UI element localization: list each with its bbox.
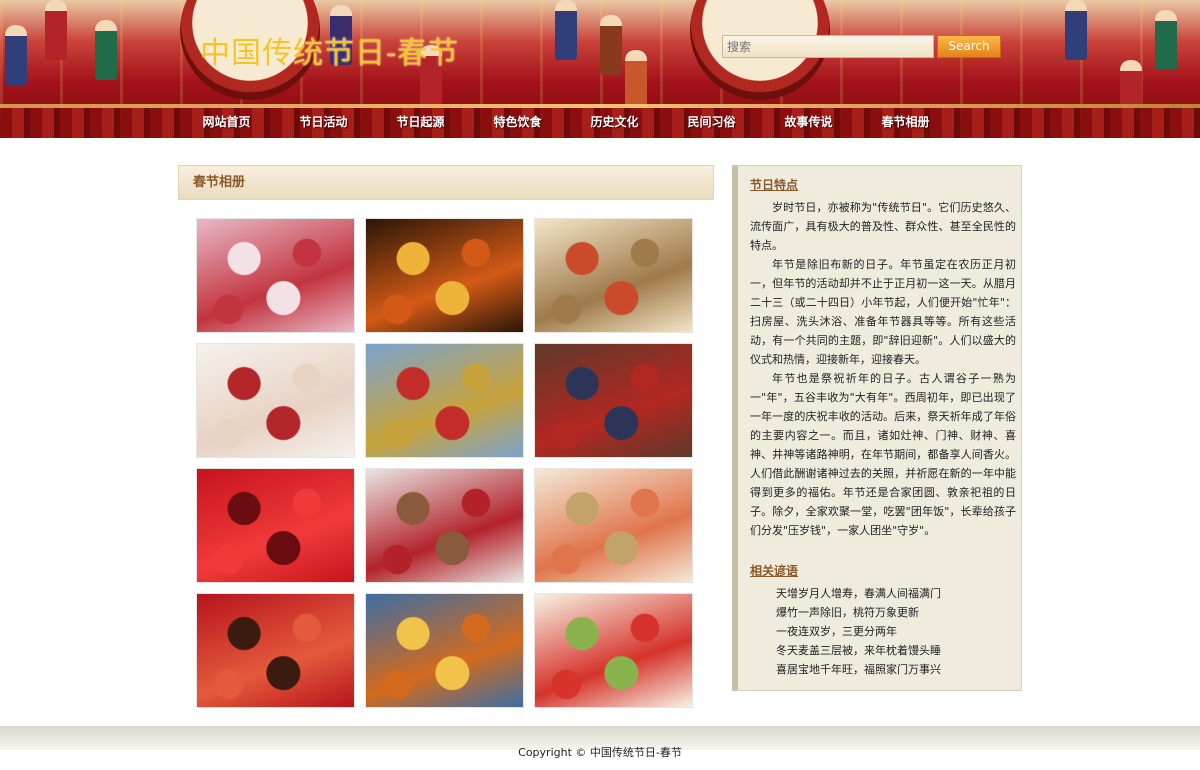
banner-figure <box>45 0 67 60</box>
features-paragraph: 年节也是祭祝祈年的日子。古人谓谷子一熟为一"年"，五谷丰收为"大有年"。西周初年… <box>750 372 1016 537</box>
photo-red-lanterns-market[interactable] <box>196 468 355 583</box>
photo-posting-spring-couplets[interactable] <box>534 343 693 458</box>
features-title[interactable]: 节日特点 <box>750 176 798 193</box>
photo-children-setting-off-firecrackers[interactable] <box>196 343 355 458</box>
proverb-item: 天增岁月人增寿，春满人间福满门 <box>776 587 941 600</box>
proverb-item: 爆竹一声除旧，桃符万象更新 <box>776 606 919 619</box>
features-text: 岁时节日，亦被称为"传统节日"。它们历史悠久、流传面广，具有极大的普及性、群众性… <box>750 198 1016 540</box>
proverbs-list: 天增岁月人增寿，春满人间福满门 爆竹一声除旧，桃符万象更新 一夜连双岁，三更分两… <box>776 584 941 679</box>
banner-figure <box>1155 10 1177 70</box>
proverb-item: 冬天麦盖三层被，来年枕着馒头睡 <box>776 644 941 657</box>
banner-figure <box>625 50 647 110</box>
nav-item-album[interactable]: 春节相册 <box>857 112 954 132</box>
photo-night-lantern-festival-crowd[interactable] <box>365 218 524 333</box>
banner-figure <box>5 25 27 85</box>
proverb-item: 喜居宝地千年旺，福照家门万事兴 <box>776 663 941 676</box>
nav-item-activities[interactable]: 节日活动 <box>275 112 372 132</box>
photo-cartoon-cooking-dumplings[interactable] <box>534 593 693 708</box>
nav-item-food[interactable]: 特色饮食 <box>469 112 566 132</box>
photo-painting-family-gathering[interactable] <box>534 218 693 333</box>
site-header: 中国传统节日-春节 Search 网站首页 节日活动 节日起源 特色饮食 历史文… <box>0 0 1200 138</box>
nav-item-home[interactable]: 网站首页 <box>178 112 275 132</box>
photo-temple-fair-street-gate[interactable] <box>365 468 524 583</box>
main-content: 春节相册 <box>178 165 714 708</box>
proverb-item: 一夜连双岁，三更分两年 <box>776 625 897 638</box>
banner-figure <box>600 15 622 75</box>
sidebar: 节日特点 岁时节日，亦被称为"传统节日"。它们历史悠久、流传面广，具有极大的普及… <box>732 165 1022 691</box>
proverbs-title[interactable]: 相关谚语 <box>750 562 798 579</box>
features-paragraph: 岁时节日，亦被称为"传统节日"。它们历史悠久、流传面广，具有极大的普及性、群众性… <box>750 201 1016 252</box>
photo-lantern-shop-fu-character[interactable] <box>365 593 524 708</box>
main-nav: 网站首页 节日活动 节日起源 特色饮食 历史文化 民间习俗 故事传说 春节相册 <box>178 112 954 132</box>
site-title: 中国传统节日-春节 <box>200 36 460 71</box>
photo-dragon-dance[interactable] <box>365 343 524 458</box>
photo-plum-blossom-tree-with-lanterns[interactable] <box>196 218 355 333</box>
nav-item-customs[interactable]: 民间习俗 <box>663 112 760 132</box>
photo-new-year-picture-child-with-fish[interactable] <box>534 468 693 583</box>
search-button[interactable]: Search <box>937 35 1001 58</box>
banner-figure <box>1065 0 1087 60</box>
nav-item-origin[interactable]: 节日起源 <box>372 112 469 132</box>
banner-figure <box>555 0 577 60</box>
photo-crowded-shopping-street[interactable] <box>196 593 355 708</box>
search-input[interactable] <box>722 35 934 58</box>
nav-item-history[interactable]: 历史文化 <box>566 112 663 132</box>
features-paragraph: 年节是除旧布新的日子。年节虽定在农历正月初一，但年节的活动却并不止于正月初一这一… <box>750 258 1016 366</box>
section-title: 春节相册 <box>178 165 714 200</box>
nav-item-legends[interactable]: 故事传说 <box>760 112 857 132</box>
copyright: Copyright © 中国传统节日-春节 <box>518 746 682 759</box>
banner-figure <box>95 20 117 80</box>
